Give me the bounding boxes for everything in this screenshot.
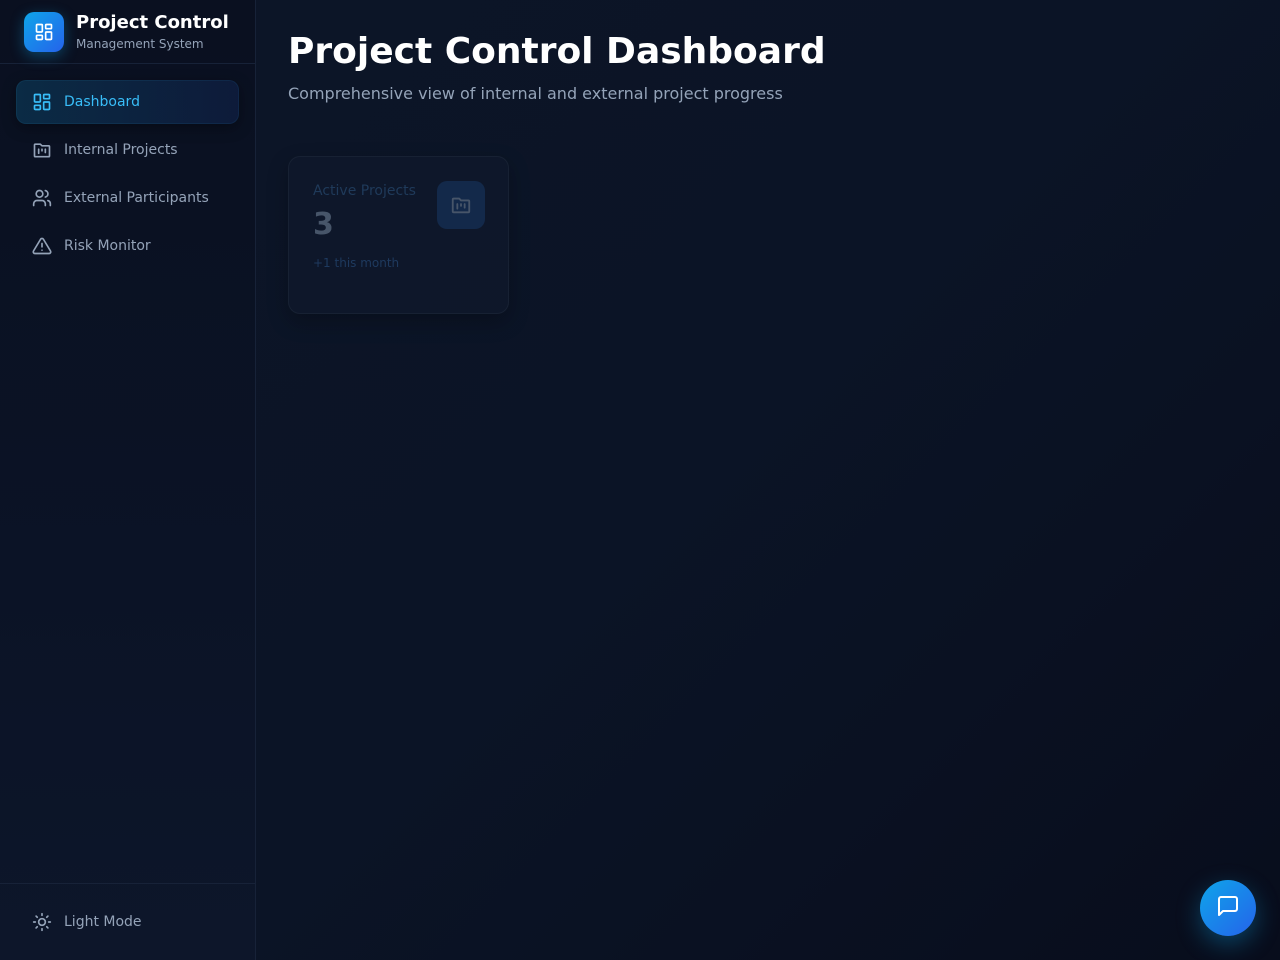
app-root: Project Control Management System Dashbo…	[0, 0, 1280, 960]
page-title: Project Control Dashboard	[288, 31, 826, 72]
main-content: Project Control Dashboard Comprehensive …	[256, 0, 1280, 960]
brand-text: Project Control Management System	[76, 12, 229, 52]
sidebar-item-internal-projects[interactable]: Internal Projects	[16, 128, 239, 172]
sidebar-item-label: Internal Projects	[64, 142, 178, 158]
users-icon	[32, 188, 52, 208]
sidebar-item-external-participants[interactable]: External Participants	[16, 176, 239, 220]
sidebar-nav: Dashboard Internal Projects External Par…	[0, 64, 255, 288]
theme-toggle-label: Light Mode	[64, 914, 142, 930]
sidebar-item-label: Risk Monitor	[64, 238, 151, 254]
chat-bubble-icon	[1216, 894, 1240, 922]
sidebar-item-label: Dashboard	[64, 94, 140, 110]
sidebar-item-label: External Participants	[64, 190, 209, 206]
dashboard-grid-icon	[32, 92, 52, 112]
folder-chart-icon	[32, 140, 52, 160]
sun-icon	[32, 912, 52, 932]
folder-chart-icon	[437, 181, 485, 229]
page-subtitle: Comprehensive view of internal and exter…	[288, 84, 783, 103]
theme-toggle-button[interactable]: Light Mode	[16, 900, 239, 944]
stat-card-active-projects: Active Projects 3 +1 this month	[288, 156, 509, 314]
sidebar: Project Control Management System Dashbo…	[0, 0, 256, 960]
sidebar-item-dashboard[interactable]: Dashboard	[16, 80, 239, 124]
chat-button[interactable]	[1200, 880, 1256, 936]
warning-triangle-icon	[32, 236, 52, 256]
sidebar-footer: Light Mode	[0, 883, 255, 960]
brand-subtitle: Management System	[76, 36, 204, 51]
sidebar-item-risk-monitor[interactable]: Risk Monitor	[16, 224, 239, 268]
stat-delta: +1 this month	[313, 256, 400, 270]
brand-title: Project Control	[76, 11, 229, 33]
dashboard-grid-icon	[24, 11, 64, 52]
brand: Project Control Management System	[0, 0, 255, 64]
